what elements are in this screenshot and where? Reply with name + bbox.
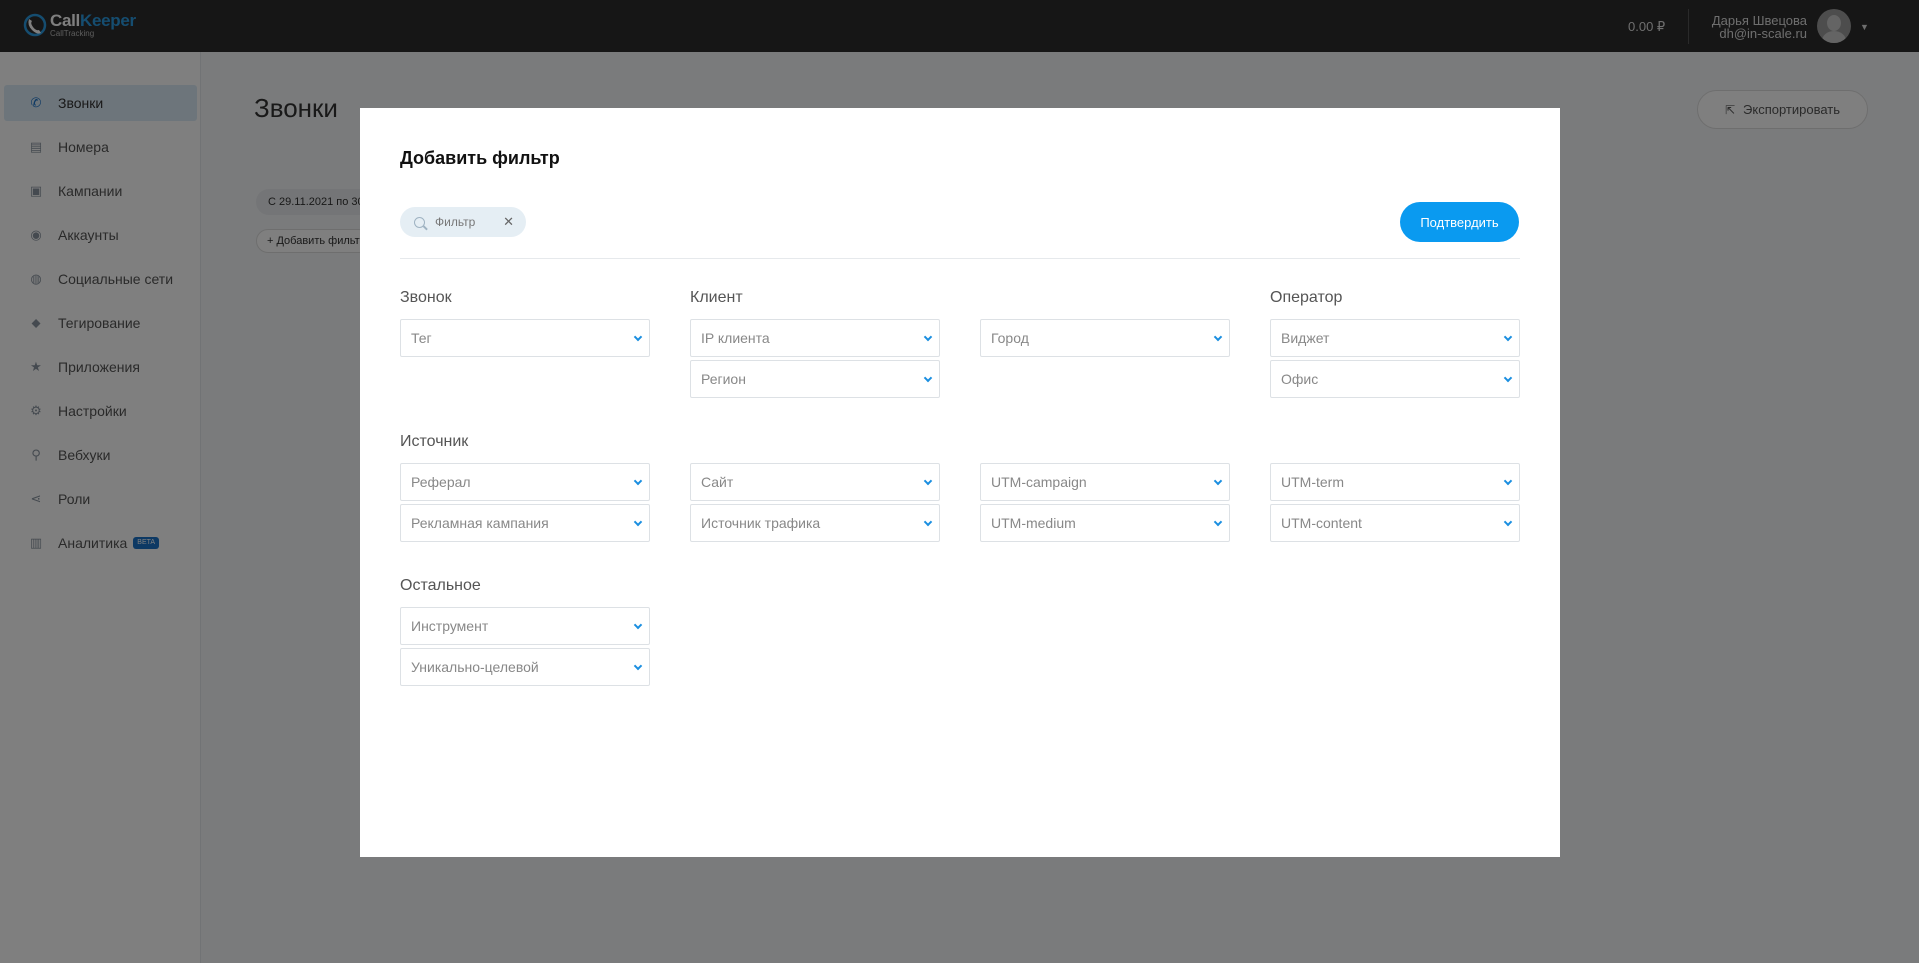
chevron-down-icon — [634, 334, 641, 341]
select-label: IP клиента — [701, 330, 770, 346]
select-referral[interactable]: Реферал — [400, 463, 650, 501]
select-widget[interactable]: Виджет — [1270, 319, 1520, 357]
select-ad-campaign[interactable]: Рекламная кампания — [400, 504, 650, 542]
select-site[interactable]: Сайт — [690, 463, 940, 501]
select-city[interactable]: Город — [980, 319, 1230, 357]
filter-search-placeholder: Фильтр — [435, 215, 476, 229]
select-label: Тег — [411, 330, 432, 346]
search-icon — [414, 216, 425, 228]
select-traffic-source[interactable]: Источник трафика — [690, 504, 940, 542]
select-utm-campaign[interactable]: UTM-campaign — [980, 463, 1230, 501]
group-title-source: Источник — [400, 433, 469, 450]
select-region[interactable]: Регион — [690, 360, 940, 398]
select-label: UTM-medium — [991, 515, 1076, 531]
select-utm-term[interactable]: UTM-term — [1270, 463, 1520, 501]
chevron-down-icon — [1214, 334, 1221, 341]
select-label: Рекламная кампания — [411, 515, 549, 531]
chevron-down-icon — [924, 519, 931, 526]
select-office[interactable]: Офис — [1270, 360, 1520, 398]
chevron-down-icon — [1504, 334, 1511, 341]
select-label: UTM-term — [1281, 474, 1344, 490]
close-icon[interactable]: ✕ — [503, 214, 514, 230]
select-label: Уникально-целевой — [411, 659, 539, 675]
select-label: Виджет — [1281, 330, 1330, 346]
select-tag[interactable]: Тег — [400, 319, 650, 357]
select-utm-content[interactable]: UTM-content — [1270, 504, 1520, 542]
select-label: Город — [991, 330, 1029, 346]
select-label: Офис — [1281, 371, 1319, 387]
chevron-down-icon — [634, 663, 641, 670]
chevron-down-icon — [1504, 478, 1511, 485]
select-label: Сайт — [701, 474, 734, 490]
select-unique-target[interactable]: Уникально-целевой — [400, 648, 650, 686]
select-client-ip[interactable]: IP клиента — [690, 319, 940, 357]
chevron-down-icon — [1214, 478, 1221, 485]
select-label: UTM-campaign — [991, 474, 1087, 490]
filter-search-input[interactable]: Фильтр ✕ — [400, 207, 526, 237]
chevron-down-icon — [924, 478, 931, 485]
group-title-client: Клиент — [690, 289, 743, 306]
chevron-down-icon — [634, 622, 641, 629]
divider — [400, 258, 1520, 259]
select-label: UTM-content — [1281, 515, 1362, 531]
chevron-down-icon — [634, 519, 641, 526]
select-utm-medium[interactable]: UTM-medium — [980, 504, 1230, 542]
select-label: Реферал — [411, 474, 471, 490]
select-instrument[interactable]: Инструмент — [400, 607, 650, 645]
chevron-down-icon — [634, 478, 641, 485]
chevron-down-icon — [924, 375, 931, 382]
modal-title: Добавить фильтр — [400, 148, 560, 168]
select-label: Инструмент — [411, 618, 489, 634]
select-label: Регион — [701, 371, 746, 387]
group-title-operator: Оператор — [1270, 289, 1343, 306]
confirm-button[interactable]: Подтвердить — [1400, 202, 1519, 242]
add-filter-modal: Добавить фильтр Фильтр ✕ Подтвердить Зво… — [360, 108, 1560, 857]
group-title-call: Звонок — [400, 289, 452, 306]
select-label: Источник трафика — [701, 515, 821, 531]
chevron-down-icon — [1504, 375, 1511, 382]
chevron-down-icon — [1504, 519, 1511, 526]
chevron-down-icon — [1214, 519, 1221, 526]
group-title-other: Остальное — [400, 577, 481, 594]
chevron-down-icon — [924, 334, 931, 341]
